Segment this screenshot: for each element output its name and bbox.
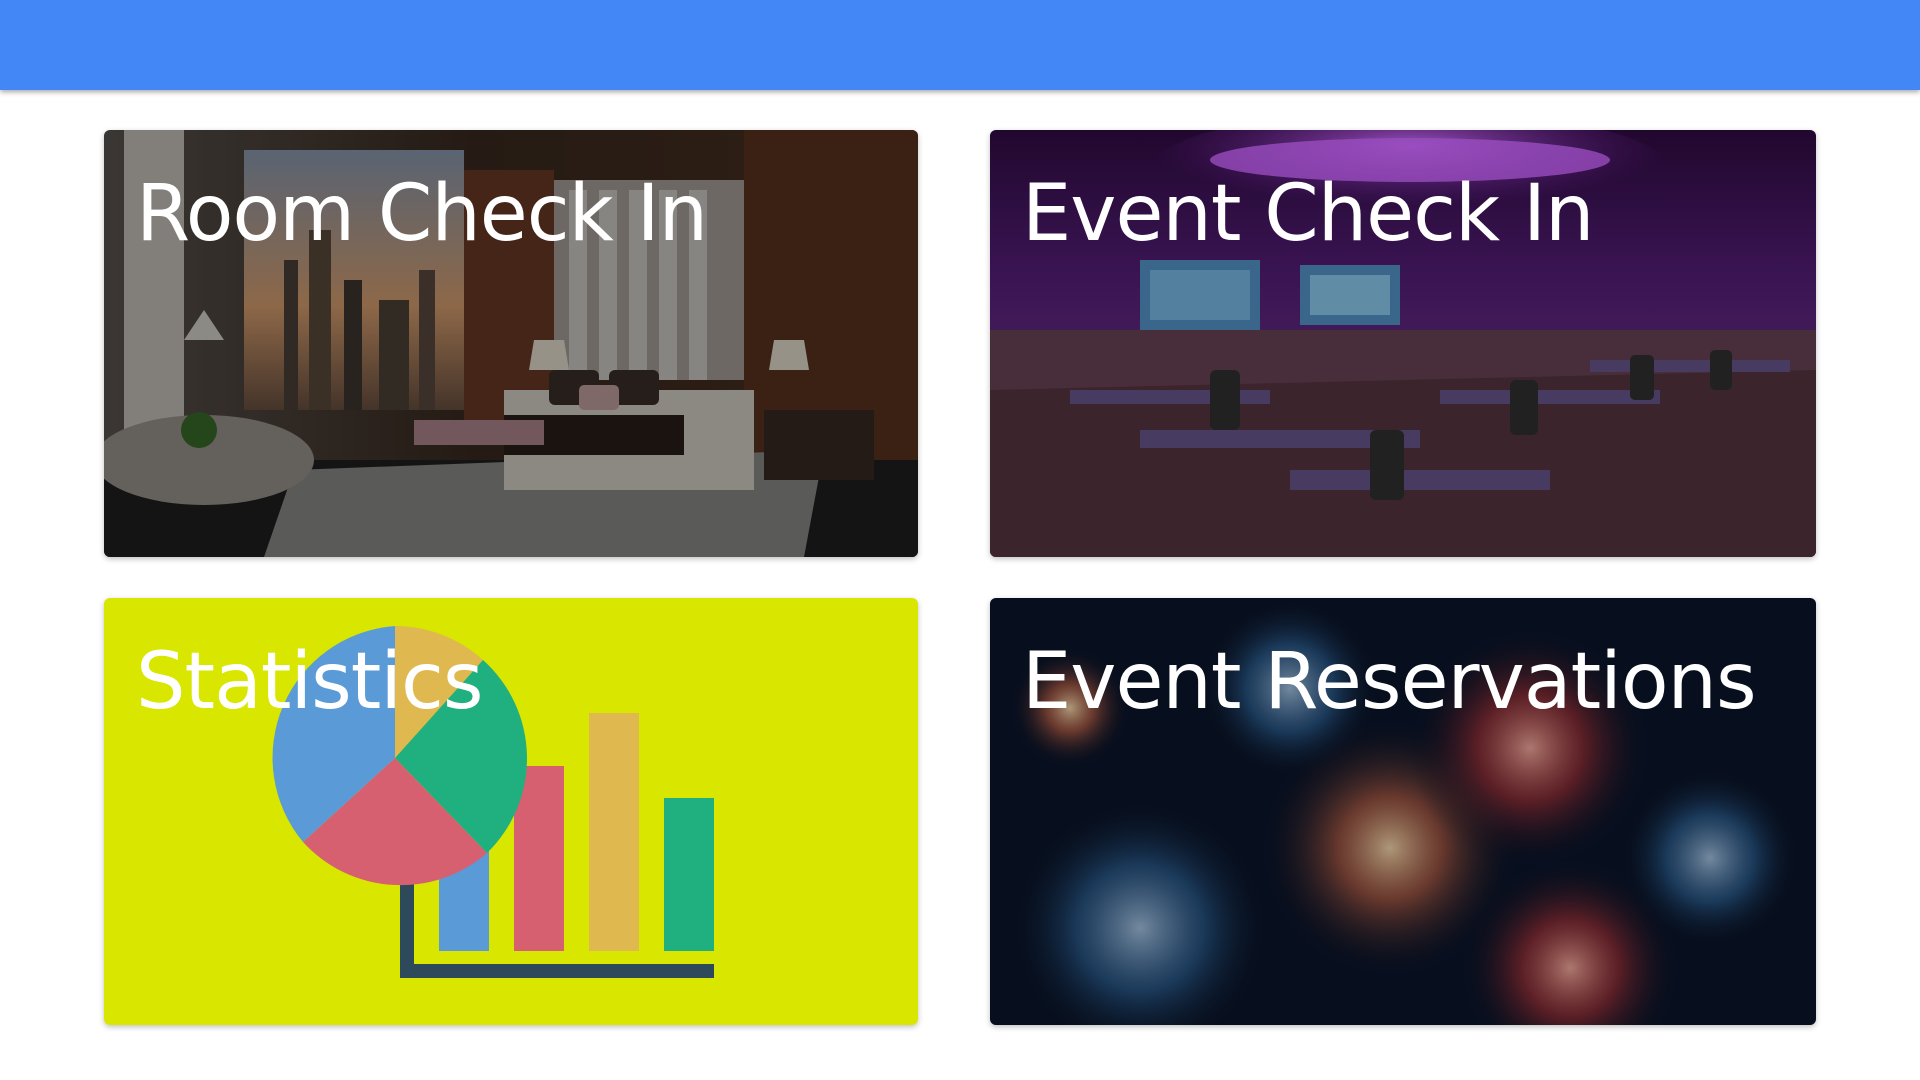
event-check-in-label: Event Check In [1022, 169, 1594, 259]
statistics-label: Statistics [136, 637, 484, 727]
event-reservations-tile[interactable]: Event Reservations [990, 598, 1816, 1025]
room-check-in-tile[interactable]: Room Check In [104, 130, 918, 557]
app-header-bar [0, 0, 1920, 90]
room-check-in-label: Room Check In [136, 169, 708, 259]
event-reservations-label: Event Reservations [1022, 637, 1757, 727]
event-check-in-tile[interactable]: Event Check In [990, 130, 1816, 557]
statistics-tile[interactable]: Statistics [104, 598, 918, 1025]
